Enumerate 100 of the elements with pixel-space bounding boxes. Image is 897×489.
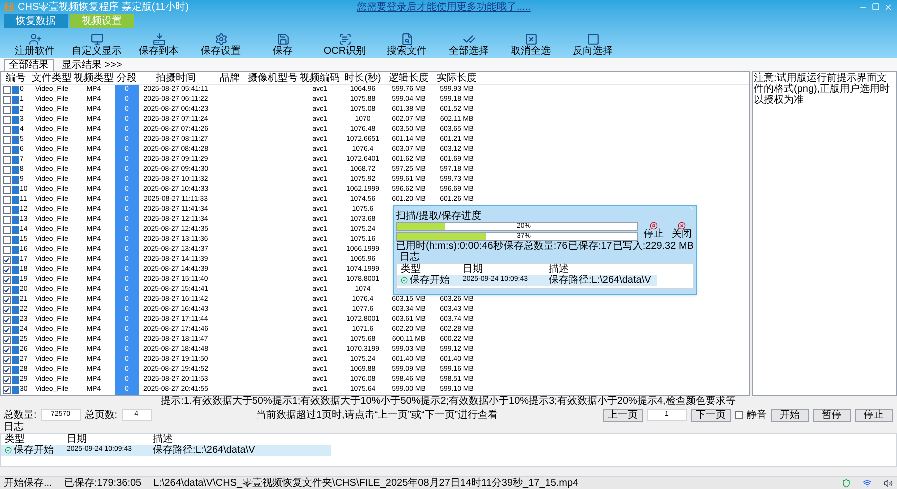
square-icon	[586, 33, 600, 46]
action-button[interactable]: 开始	[771, 408, 809, 422]
log-type: 保存开始	[410, 275, 450, 286]
checkbox[interactable]	[3, 306, 11, 314]
x-box-icon	[524, 33, 538, 46]
login-link[interactable]: 您需要登录后才能使用更多功能哦了.....	[356, 2, 531, 12]
checkbox[interactable]	[3, 86, 11, 94]
checkbox[interactable]	[3, 226, 11, 234]
hint-text: 提示:1.有效数据大于50%提示1;有效数据大于10%小于50%提示2;有效数据小于10%提示3;有效数据小于20%提示4,检查颜色要求等	[160, 396, 737, 408]
wifi-icon	[863, 478, 872, 488]
pages-label: 总页数:	[84, 408, 118, 422]
checkbox[interactable]	[3, 186, 11, 194]
column-header[interactable]: 逻辑长度	[385, 72, 433, 84]
prev-page-button[interactable]: 上一页	[603, 408, 643, 422]
checkbox[interactable]	[3, 336, 11, 344]
checkbox[interactable]	[3, 256, 11, 264]
column-header: 描述	[548, 264, 570, 275]
toolbar-button[interactable]: OCR识别	[318, 33, 372, 57]
mute-label: 静音	[747, 408, 767, 422]
checkbox[interactable]	[3, 136, 11, 144]
column-header[interactable]: 文件类型	[31, 72, 73, 84]
checkbox[interactable]	[3, 156, 11, 164]
next-page-button[interactable]: 下一页	[691, 408, 731, 422]
toolbar-button[interactable]: 保存	[256, 33, 310, 57]
column-header[interactable]: 拍摄时间	[139, 72, 213, 84]
checkbox[interactable]	[3, 146, 11, 154]
check-circle-icon	[5, 447, 12, 454]
toolbar-button[interactable]: 取消全选	[504, 33, 558, 57]
toolbar-button[interactable]: 注册软件	[8, 33, 62, 57]
checkbox[interactable]	[3, 266, 11, 274]
log-description: 保存路径:L:\264\data\V	[548, 275, 652, 286]
toolbar-button[interactable]: 搜索文件	[380, 33, 434, 57]
log-title: 日志	[3, 422, 25, 433]
column-header[interactable]: 摄像机型号	[247, 72, 299, 84]
progress-label: 扫描/提取/保存进度	[396, 211, 483, 222]
checkbox[interactable]	[3, 176, 11, 184]
toolbar-button[interactable]: 自定义显示	[70, 33, 124, 57]
checkbox[interactable]	[3, 346, 11, 354]
check-circle-icon	[401, 277, 408, 284]
drive-icon	[152, 33, 166, 46]
checkbox[interactable]	[3, 216, 11, 224]
checkbox[interactable]	[3, 166, 11, 174]
saved-text: 已保存:179:36:05	[64, 476, 142, 489]
checkbox[interactable]	[3, 386, 11, 394]
save-icon	[276, 33, 290, 46]
checkbox[interactable]	[3, 116, 11, 124]
toolbar-button[interactable]: 全部选择	[442, 33, 496, 57]
result-tab[interactable]: 显示结果 >>>	[58, 60, 126, 71]
checkbox[interactable]	[3, 206, 11, 214]
monitor-icon	[90, 33, 104, 46]
shield-icon	[842, 478, 851, 488]
toolbar-button[interactable]: 保存设置	[194, 33, 248, 57]
close-icon[interactable]	[884, 2, 893, 12]
progress-stat: 已保存:17	[568, 241, 612, 252]
checkbox[interactable]	[3, 376, 11, 384]
file-search-icon	[400, 33, 414, 46]
checkbox[interactable]	[3, 276, 11, 284]
stop-icon	[650, 222, 658, 230]
user-icon	[28, 33, 42, 46]
checkbox[interactable]	[3, 366, 11, 374]
column-header[interactable]: 视频类型	[73, 72, 115, 84]
status-text: 开始保存...	[4, 476, 52, 489]
log-type: 保存开始	[14, 445, 54, 456]
toolbar-button[interactable]: 保存到本	[132, 33, 186, 57]
gear-icon	[214, 33, 228, 46]
column-header[interactable]: 时长(秒)	[341, 72, 385, 84]
column-header[interactable]: 实际长度	[433, 72, 481, 84]
progress-stat: 保存总数量:76	[504, 241, 568, 252]
checkbox[interactable]	[3, 106, 11, 114]
close-button[interactable]: 关闭	[670, 222, 694, 241]
log-description: 保存路径:L:\264\data\V	[152, 445, 256, 456]
path-text: L:\264\data\V\CHS_零壹视频恢复文件夹\CHS\FILE_2025年08月27日14时11分39秒_17_15.mp4	[154, 476, 579, 489]
checkbox[interactable]	[3, 316, 11, 324]
checkbox[interactable]	[3, 296, 11, 304]
checkbox[interactable]	[3, 286, 11, 294]
checkbox[interactable]	[3, 196, 11, 204]
action-button[interactable]: 停止	[855, 408, 893, 422]
result-tab[interactable]: 全部结果	[4, 59, 54, 71]
check-icon	[462, 33, 476, 46]
action-button[interactable]: 暂停	[813, 408, 851, 422]
column-header: 描述	[152, 434, 174, 445]
column-header[interactable]: 品牌	[213, 72, 247, 84]
log-title: 日志	[399, 252, 421, 263]
column-header[interactable]: 编号	[1, 72, 31, 84]
page-hint: 当前数据超过1页时,请点击“上一页”或“下一页”进行查看	[255, 408, 500, 422]
tab[interactable]: 恢复数据	[4, 14, 68, 28]
column-header[interactable]: 分段	[115, 72, 139, 84]
app-logo-icon	[4, 2, 14, 12]
notice-text: 注意:试用版运行前提示界面文件的格式(png),正版用户选用时以授权为准	[754, 73, 892, 106]
progress-stat: 已写入:229.32 MB	[612, 241, 694, 252]
toolbar-button[interactable]: 反向选择	[566, 33, 620, 57]
checkbox[interactable]	[3, 96, 11, 104]
column-header[interactable]: 视频编码	[299, 72, 341, 84]
checkbox[interactable]	[735, 411, 743, 419]
checkbox[interactable]	[3, 326, 11, 334]
checkbox[interactable]	[3, 246, 11, 254]
checkbox[interactable]	[3, 356, 11, 364]
checkbox[interactable]	[3, 236, 11, 244]
stop-button[interactable]: 停止	[642, 222, 666, 241]
checkbox[interactable]	[3, 126, 11, 134]
